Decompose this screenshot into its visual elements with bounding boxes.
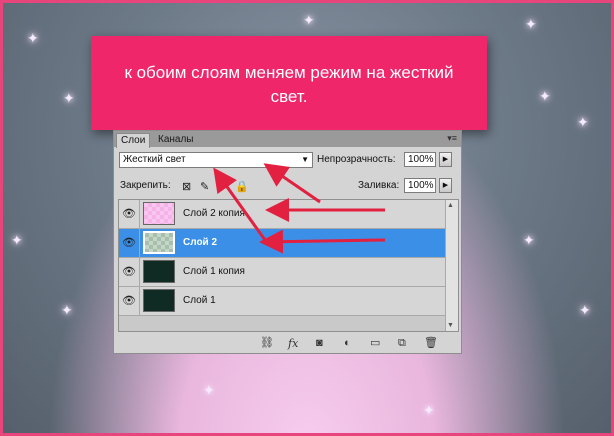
arrow-to-blend-mode-2 (213, 167, 267, 241)
arrow-to-blend-mode (263, 163, 321, 204)
annotation-arrows (213, 163, 386, 254)
arrow-to-layer-2 (259, 229, 386, 254)
